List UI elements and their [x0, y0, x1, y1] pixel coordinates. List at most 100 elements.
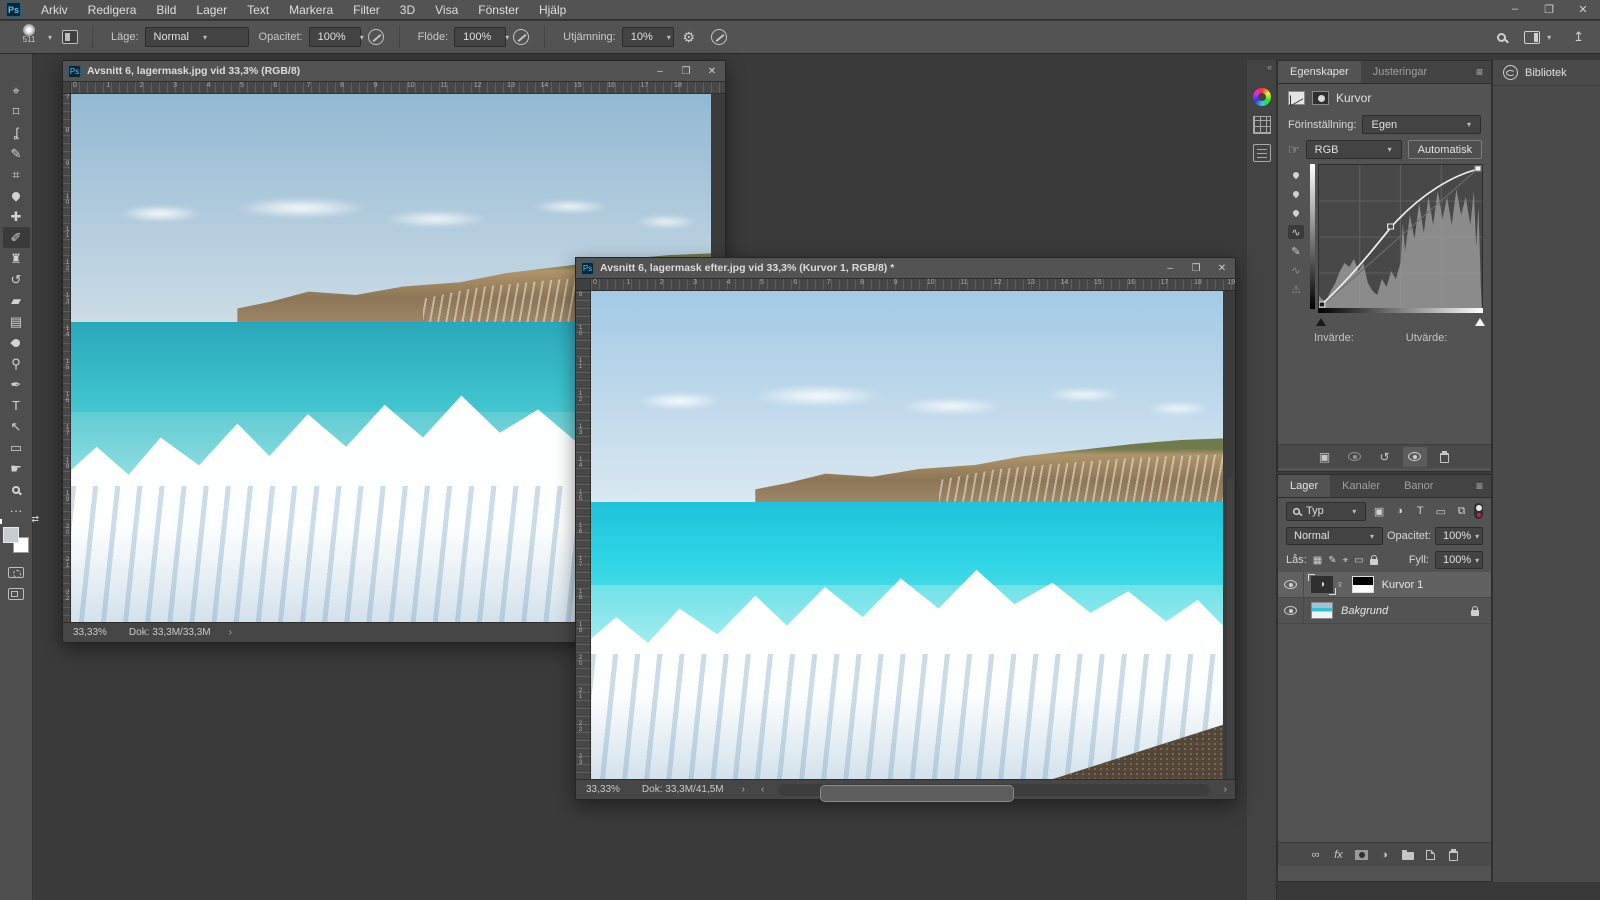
white-point-eyedropper-icon[interactable] [1288, 206, 1304, 220]
screen-mode-button[interactable] [8, 588, 24, 600]
view-previous-state-icon[interactable] [1343, 447, 1367, 467]
channel-select[interactable]: RGB ▾ [1306, 140, 1402, 159]
layer-style-icon[interactable]: fx [1332, 849, 1346, 861]
opacity-select[interactable]: 100% ▾ [309, 27, 361, 47]
type-tool[interactable]: T [3, 395, 30, 416]
menu-item[interactable]: Arkiv [31, 3, 78, 17]
black-input-slider[interactable] [1316, 318, 1326, 326]
scrollbar-thumb[interactable] [820, 785, 1014, 802]
blend-mode-select[interactable]: Normal ▾ [145, 27, 249, 47]
curves-plot[interactable] [1318, 164, 1483, 309]
doc2-horizontal-scrollbar[interactable] [778, 784, 1209, 796]
tab-justeringar[interactable]: Justeringar [1361, 61, 1439, 83]
smooth-curve-icon[interactable]: ∿ [1288, 263, 1304, 277]
scroll-left-chevron[interactable]: ‹ [753, 784, 772, 795]
reset-adjustment-icon[interactable]: ↺ [1373, 447, 1397, 467]
filter-shape-layers-icon[interactable]: ▭ [1433, 505, 1449, 518]
doc2-close-button[interactable]: ✕ [1209, 263, 1235, 274]
delete-layer-icon[interactable] [1447, 849, 1461, 861]
layer-name[interactable]: Kurvor 1 [1382, 579, 1424, 591]
new-layer-icon[interactable] [1424, 850, 1438, 860]
preset-select[interactable]: Egen ▾ [1362, 115, 1481, 134]
layer-fill-select[interactable]: 100% ▾ [1435, 551, 1483, 569]
toggle-brush-panel-icon[interactable] [62, 30, 78, 44]
app-minimize-button[interactable]: – [1498, 3, 1532, 16]
eyedropper-tool[interactable] [3, 185, 30, 206]
flow-select[interactable]: 100% ▾ [454, 27, 506, 47]
doc2-maximize-button[interactable]: ❐ [1183, 263, 1209, 274]
layer-mask-icon[interactable] [1312, 91, 1329, 105]
menu-item[interactable]: Bild [146, 3, 186, 17]
hand-tool[interactable]: ☛ [3, 458, 30, 479]
doc1-zoom-level[interactable]: 33,33% [63, 627, 119, 638]
layer-filter-select[interactable]: Typ ▾ [1286, 502, 1366, 521]
add-mask-icon[interactable] [1355, 850, 1369, 860]
doc1-close-button[interactable]: ✕ [699, 66, 725, 77]
lock-image-icon[interactable]: ✎ [1328, 555, 1336, 566]
status-options-chevron[interactable]: › [734, 784, 753, 795]
gray-point-eyedropper-icon[interactable] [1288, 187, 1304, 201]
menu-item[interactable]: Redigera [78, 3, 147, 17]
lock-all-icon[interactable] [1370, 559, 1378, 565]
panel-menu-icon[interactable]: ≡ [1468, 475, 1491, 497]
status-options-chevron[interactable]: › [221, 627, 240, 638]
zoom-tool[interactable] [3, 479, 30, 500]
blur-tool[interactable] [3, 332, 30, 353]
targeted-adjustment-icon[interactable]: ☞ [1288, 142, 1300, 158]
curve-point-tool-icon[interactable]: ∿ [1288, 225, 1304, 239]
chevron-down-icon[interactable]: ▾ [48, 33, 52, 42]
history-brush-tool[interactable]: ↺ [3, 269, 30, 290]
smoothing-select[interactable]: 10% ▾ [622, 27, 674, 47]
doc1-maximize-button[interactable]: ❐ [673, 66, 699, 77]
layer-mask-thumbnail[interactable] [1352, 576, 1374, 593]
doc1-title-bar[interactable]: Ps Avsnitt 6, lagermask.jpg vid 33,3% (R… [63, 61, 725, 82]
doc2-title-bar[interactable]: Ps Avsnitt 6, lagermask efter.jpg vid 33… [576, 258, 1235, 279]
doc2-zoom-level[interactable]: 33,33% [576, 784, 632, 795]
quick-mask-button[interactable] [8, 567, 24, 578]
app-close-button[interactable]: ✕ [1566, 3, 1600, 16]
eraser-tool[interactable]: ▰ [3, 290, 30, 311]
menu-item[interactable]: Fönster [468, 3, 529, 17]
lock-artboard-icon[interactable]: ▭ [1354, 555, 1363, 566]
new-group-icon[interactable] [1401, 849, 1415, 860]
default-colors-icon[interactable] [0, 515, 2, 524]
delete-adjustment-icon[interactable] [1433, 447, 1457, 467]
adjustment-layer-thumbnail[interactable]: ◑ [1311, 576, 1333, 593]
swatches-panel-icon[interactable] [1253, 116, 1271, 134]
search-icon[interactable] [1497, 33, 1506, 42]
layer-opacity-select[interactable]: 100% ▾ [1435, 527, 1483, 545]
tab-banor[interactable]: Banor [1392, 475, 1445, 497]
learn-panel-icon[interactable] [1253, 144, 1271, 162]
airbrush-icon[interactable] [513, 29, 529, 45]
lasso-tool[interactable]: ʆ [3, 122, 30, 143]
smoothing-options-gear-icon[interactable]: ⚙ [681, 29, 697, 46]
share-icon[interactable]: ↥ [1573, 29, 1584, 45]
layer-visibility-toggle[interactable] [1278, 598, 1304, 623]
black-point-eyedropper-icon[interactable] [1288, 168, 1304, 182]
doc2-vertical-scrollbar[interactable] [1227, 479, 1234, 779]
chevron-down-icon[interactable]: ▾ [1547, 33, 1551, 42]
toggle-visibility-icon[interactable] [1403, 447, 1427, 467]
menu-item[interactable]: Hjälp [529, 3, 576, 17]
crop-tool[interactable]: ⌗ [3, 164, 30, 185]
scroll-right-chevron[interactable]: › [1216, 784, 1235, 795]
collapse-panels-icon[interactable]: « [1247, 60, 1276, 78]
lock-transparency-icon[interactable]: ▦ [1313, 555, 1322, 566]
move-tool[interactable]: ⌖ [3, 80, 30, 101]
pen-tool[interactable]: ✒ [3, 374, 30, 395]
doc1-minimize-button[interactable]: – [647, 66, 673, 77]
path-selection-tool[interactable]: ↖ [3, 416, 30, 437]
layer-name[interactable]: Bakgrund [1341, 605, 1388, 617]
brush-tool[interactable]: ✐ [3, 227, 30, 248]
gradient-tool[interactable]: ▤ [3, 311, 30, 332]
tab-egenskaper[interactable]: Egenskaper [1278, 61, 1361, 83]
clip-to-layer-icon[interactable]: ▣ [1313, 447, 1337, 467]
menu-item[interactable]: Filter [343, 3, 390, 17]
edit-toolbar-button[interactable]: ··· [3, 500, 30, 521]
tab-kanaler[interactable]: Kanaler [1330, 475, 1392, 497]
layer-visibility-toggle[interactable] [1278, 572, 1304, 597]
clone-stamp-tool[interactable]: ♜ [3, 248, 30, 269]
dodge-tool[interactable]: ⚲ [3, 353, 30, 374]
new-adjustment-layer-icon[interactable]: ◑ [1378, 849, 1392, 861]
healing-brush-tool[interactable]: ✚ [3, 206, 30, 227]
